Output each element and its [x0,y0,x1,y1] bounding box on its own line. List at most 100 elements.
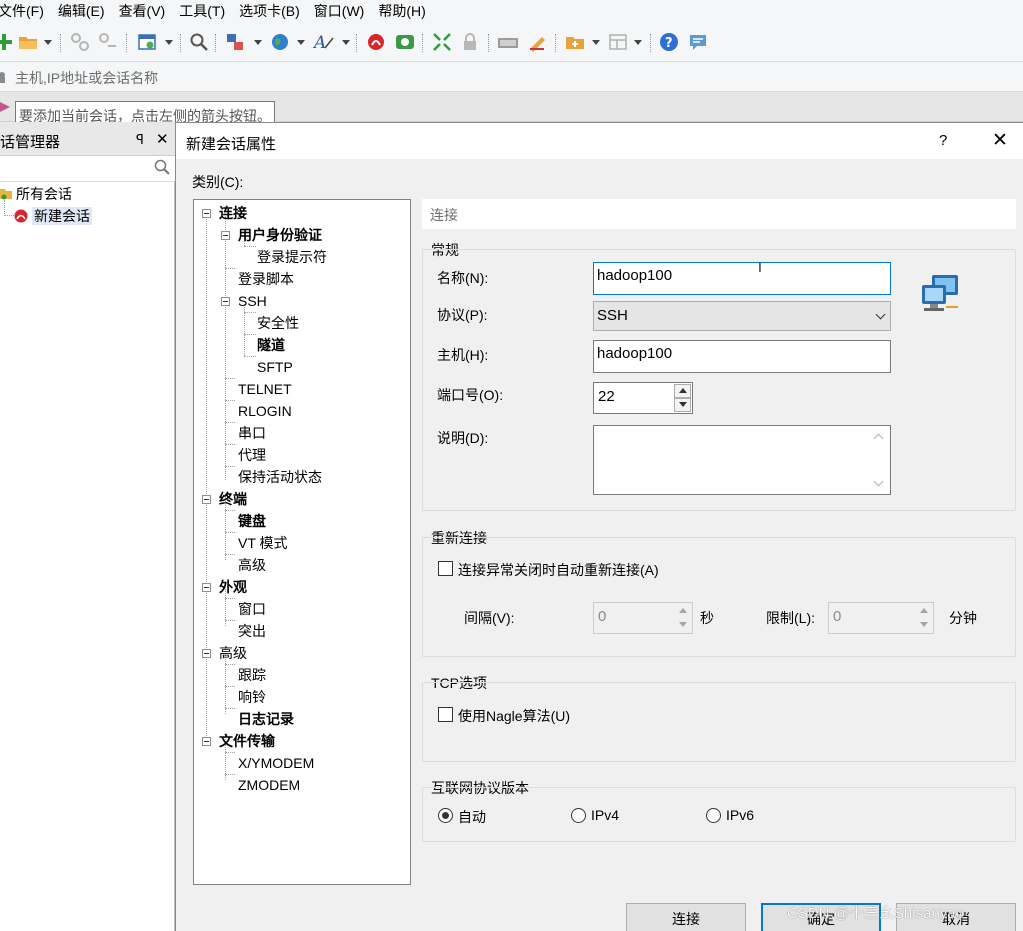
category-sftp[interactable]: SFTP [257,356,293,378]
help-button[interactable]: ? [939,132,947,149]
radio-auto-label[interactable]: 自动 [458,807,486,827]
tree-item-all-sessions[interactable]: 所有会话 [16,183,72,205]
radio-ipv6[interactable] [706,808,721,823]
scroll-down-icon[interactable] [873,476,884,487]
session-search-input[interactable] [0,156,175,182]
disconnect-icon[interactable] [98,32,118,52]
transfer-dropdown-icon[interactable] [254,40,262,45]
session-arrow-icon[interactable] [0,71,9,83]
description-textarea[interactable] [593,425,891,495]
nagle-checkbox[interactable] [438,707,453,722]
name-input[interactable]: hadoop100 [593,262,891,295]
properties-dropdown-icon[interactable] [165,40,173,45]
radio-ipv6-label[interactable]: IPv6 [726,807,754,823]
category-bell[interactable]: 响铃 [238,686,266,708]
expand-toggle-icon[interactable] [221,231,230,240]
port-stepper[interactable]: 22 [593,382,693,414]
category-keyboard[interactable]: 键盘 [238,510,266,532]
protocol-select[interactable]: SSH [593,301,891,331]
limit-down-icon[interactable] [915,618,932,632]
host-input[interactable]: hadoop100 [593,340,891,373]
menu-edit[interactable]: 编辑(E) [58,0,113,24]
menu-help[interactable]: 帮助(H) [378,0,433,24]
xshell-icon[interactable] [366,32,386,52]
open-folder-icon[interactable] [18,32,38,52]
category-advanced[interactable]: 高级 [219,642,247,664]
layout-icon[interactable] [608,32,628,52]
limit-up-icon[interactable] [915,604,932,618]
menu-view[interactable]: 查看(V) [119,0,174,24]
new-session-icon[interactable] [0,32,14,52]
expand-toggle-icon[interactable] [202,209,211,218]
auto-reconnect-label[interactable]: 连接异常关闭时自动重新连接(A) [458,560,659,580]
pin-icon[interactable]: ꟼ [136,132,144,148]
globe-icon[interactable] [270,32,290,52]
layout-dropdown-icon[interactable] [634,40,642,45]
tree-item-new-session[interactable]: 新建会话 [32,205,92,227]
help-icon[interactable]: ? [659,32,679,52]
category-appearance[interactable]: 外观 [219,576,247,598]
category-terminal-advanced[interactable]: 高级 [238,554,266,576]
category-security[interactable]: 安全性 [257,312,299,334]
category-user-auth[interactable]: 用户身份验证 [238,224,322,246]
address-input[interactable]: 主机,IP地址或会话名称 [15,68,158,88]
menu-tools[interactable]: 工具(T) [179,0,233,24]
menu-window[interactable]: 窗口(W) [314,0,373,24]
category-login-script[interactable]: 登录脚本 [238,268,294,290]
category-connection[interactable]: 连接 [219,202,247,224]
limit-stepper[interactable]: 0 [828,602,934,634]
scroll-up-icon[interactable] [873,433,884,444]
highlight-icon[interactable] [527,32,547,52]
expand-toggle-icon[interactable] [202,649,211,658]
radio-ipv4-label[interactable]: IPv4 [591,807,619,823]
xftp-icon[interactable] [395,32,415,52]
category-proxy[interactable]: 代理 [238,444,266,466]
connect-button[interactable]: 连接 [626,903,746,931]
expand-toggle-icon[interactable] [202,495,211,504]
open-dropdown-icon[interactable] [44,40,52,45]
category-terminal[interactable]: 终端 [219,488,247,510]
transfer-icon[interactable] [225,32,245,52]
interval-up-icon[interactable] [674,604,691,618]
close-icon[interactable]: ✕ [156,130,169,148]
category-file-transfer[interactable]: 文件传输 [219,730,275,752]
search-icon[interactable] [154,159,170,175]
globe-dropdown-icon[interactable] [297,40,305,45]
category-rlogin[interactable]: RLOGIN [238,400,292,422]
lock-icon[interactable] [460,32,480,52]
menu-file[interactable]: 文件(F) [0,0,52,24]
connect-icon[interactable] [70,32,90,52]
category-serial[interactable]: 串口 [238,422,266,444]
new-tab-dropdown-icon[interactable] [592,40,600,45]
menu-tabs[interactable]: 选项卡(B) [239,0,308,24]
category-highlight[interactable]: 突出 [238,620,266,642]
category-login-prompt[interactable]: 登录提示符 [257,246,327,268]
font-dropdown-icon[interactable] [342,40,350,45]
radio-ipv4[interactable] [571,808,586,823]
font-icon[interactable]: A [312,32,334,53]
fullscreen-icon[interactable] [432,32,452,52]
category-keepalive[interactable]: 保持活动状态 [238,466,322,488]
auto-reconnect-checkbox[interactable] [438,561,453,576]
new-tab-icon[interactable] [565,32,585,52]
category-trace[interactable]: 跟踪 [238,664,266,686]
properties-icon[interactable] [137,32,157,52]
interval-stepper[interactable]: 0 [593,602,693,634]
category-tree[interactable]: 连接 用户身份验证 登录提示符 登录脚本 SSH 安全性 隧道 SFTP TEL… [193,199,411,885]
radio-auto[interactable] [438,808,453,823]
nagle-label[interactable]: 使用Nagle算法(U) [458,706,570,726]
find-icon[interactable] [189,32,209,52]
category-zmodem[interactable]: ZMODEM [238,774,300,796]
dialog-close-button[interactable]: ✕ [992,129,1008,152]
expand-toggle-icon[interactable] [202,583,211,592]
port-up-icon[interactable] [674,384,691,398]
expand-toggle-icon[interactable] [202,737,211,746]
chat-icon[interactable] [688,32,708,52]
category-tunnel[interactable]: 隧道 [257,334,285,356]
category-window[interactable]: 窗口 [238,598,266,620]
category-telnet[interactable]: TELNET [238,378,292,400]
keyboard-icon[interactable] [497,32,518,52]
category-ssh[interactable]: SSH [238,290,267,312]
interval-down-icon[interactable] [674,618,691,632]
category-vt-mode[interactable]: VT 模式 [238,532,288,554]
